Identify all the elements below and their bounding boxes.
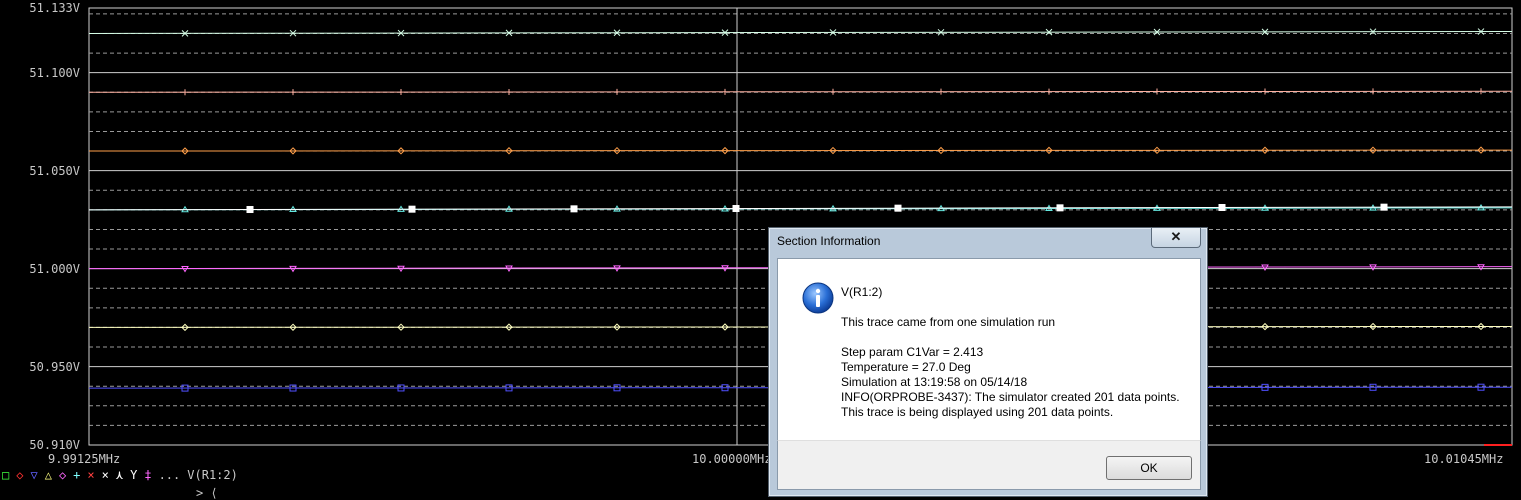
waveform-plot[interactable] (0, 0, 1521, 499)
legend-trace-label[interactable]: V(R1:2) (187, 468, 238, 484)
data-point (732, 205, 740, 213)
legend-symbol: × (101, 468, 109, 482)
series-line (88, 149, 1513, 152)
temperature-text: Temperature = 27.0 Deg (841, 360, 971, 374)
y-tick-label: 50.910V (29, 438, 80, 452)
data-point (246, 206, 254, 214)
data-point (408, 205, 416, 213)
series-line (88, 31, 1513, 34)
legend-symbol: ◇ (58, 468, 67, 482)
data-point (1056, 204, 1064, 212)
series-line (88, 90, 1513, 93)
legend-symbol: Y (130, 468, 138, 482)
info-icon (802, 282, 834, 314)
data-point (894, 204, 902, 212)
close-button[interactable]: ✕ (1151, 228, 1201, 248)
x-tick-label: 10.01045MHz (1424, 452, 1504, 466)
y-tick-label: 50.950V (29, 359, 80, 374)
legend-tail: > ⟨ (196, 486, 218, 500)
step-param-text: Step param C1Var = 2.413 (841, 345, 984, 359)
legend-symbol: ‡ (144, 468, 152, 482)
dialog-footer: OK (777, 440, 1201, 490)
data-point (1380, 203, 1388, 211)
legend-symbol: ▽ (30, 468, 38, 482)
y-tick-label: 51.000V (29, 261, 80, 276)
ok-button[interactable]: OK (1106, 456, 1192, 480)
legend-ellipsis: ... (158, 468, 181, 482)
y-tick-label: 51.050V (29, 163, 80, 178)
data-point (1218, 204, 1226, 212)
y-tick-label: 51.100V (29, 65, 80, 80)
display-points-text: This trace is being displayed using 201 … (841, 405, 1114, 419)
x-tick-label: 10.00000MHz (692, 452, 772, 466)
section-information-dialog: Section Information ✕ V(R1:2) This trace… (768, 227, 1208, 497)
legend-symbol: □ (2, 468, 10, 482)
info-points-text: INFO(ORPROBE-3437): The simulator create… (841, 390, 1180, 404)
trace-name: V(R1:2) (841, 285, 883, 299)
legend-symbol: × (87, 468, 95, 482)
y-tick-label: 51.133V (29, 1, 80, 15)
dialog-title: Section Information (777, 234, 881, 248)
legend-symbol: + (73, 468, 81, 482)
dialog-body: V(R1:2) This trace came from one simulat… (777, 258, 1201, 442)
trace-legend[interactable]: □ ◇ ▽ △ ◇ + × × ⋏ Y ‡... V(R1:2) (2, 468, 238, 484)
legend-symbol: ◇ (16, 468, 24, 482)
legend-symbol: ⋏ (115, 468, 124, 482)
run-source-text: This trace came from one simulation run (841, 315, 1056, 329)
simulation-time-text: Simulation at 13:19:58 on 05/14/18 (841, 375, 1028, 389)
x-tick-label: 9.99125MHz (48, 452, 121, 466)
data-point (570, 205, 578, 213)
legend-symbol: △ (44, 468, 52, 482)
